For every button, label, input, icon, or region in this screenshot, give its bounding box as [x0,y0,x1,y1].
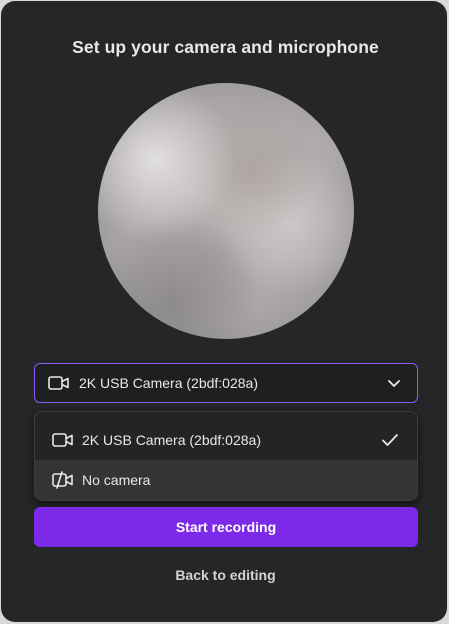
camera-setup-dialog: Set up your camera and microphone 2K USB… [1,1,447,622]
dialog-title: Set up your camera and microphone [72,37,379,57]
menu-item-no-camera[interactable]: No camera [35,460,417,500]
video-camera-icon [52,431,74,449]
menu-item-label: No camera [82,472,151,488]
camera-dropdown-menu: 2K USB Camera (2bdf:028a) No camera [34,411,418,501]
chevron-down-icon [387,377,401,389]
menu-item-label: 2K USB Camera (2bdf:028a) [82,432,261,448]
camera-select-value: 2K USB Camera (2bdf:028a) [79,375,258,391]
start-recording-button[interactable]: Start recording [34,507,418,547]
camera-select[interactable]: 2K USB Camera (2bdf:028a) [34,363,418,403]
video-camera-off-icon [52,471,74,489]
checkmark-icon [381,432,399,448]
menu-item-usb-camera[interactable]: 2K USB Camera (2bdf:028a) [35,420,417,460]
video-camera-icon [48,374,70,392]
back-to-editing-button[interactable]: Back to editing [1,567,449,583]
camera-preview [98,83,354,339]
